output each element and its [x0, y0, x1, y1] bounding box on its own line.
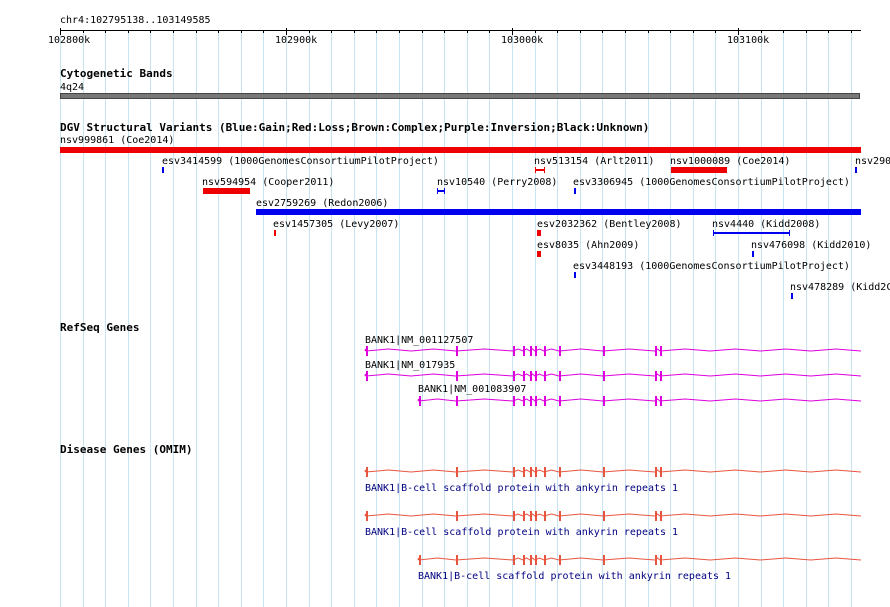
omim-gene-exon — [366, 511, 368, 521]
refseq-gene-exon — [523, 371, 525, 381]
omim-gene-exon — [660, 467, 662, 477]
refseq-gene-exon — [513, 346, 515, 356]
omim-gene-exon — [544, 511, 546, 521]
omim-gene-exon — [456, 555, 458, 565]
omim-gene-exon — [523, 555, 525, 565]
omim-gene-exon — [419, 555, 421, 565]
refseq-gene-exon — [603, 371, 605, 381]
omim-gene-exon — [530, 511, 532, 521]
omim-gene-label: BANK1|B-cell scaffold protein with ankyr… — [365, 483, 679, 494]
omim-gene-exon — [655, 555, 657, 565]
refseq-gene-exon — [660, 396, 662, 406]
refseq-gene-exon — [513, 371, 515, 381]
omim-gene-exon — [523, 467, 525, 477]
omim-track-title[interactable]: Disease Genes (OMIM) — [60, 444, 192, 456]
omim-gene-intron[interactable] — [417, 557, 862, 561]
refseq-gene-exon — [559, 396, 561, 406]
refseq-gene-intron[interactable] — [417, 398, 862, 402]
refseq-gene-exon — [535, 346, 537, 356]
refseq-gene-exon — [535, 396, 537, 406]
refseq-gene-exon — [530, 371, 532, 381]
refseq-gene-exon — [559, 346, 561, 356]
omim-gene-label: BANK1|B-cell scaffold protein with ankyr… — [365, 527, 679, 538]
refseq-gene-exon — [523, 346, 525, 356]
refseq-gene-exon — [655, 396, 657, 406]
omim-gene-exon — [603, 555, 605, 565]
refseq-gene-exon — [544, 396, 546, 406]
refseq-gene-exon — [559, 371, 561, 381]
refseq-gene-exon — [456, 396, 458, 406]
omim-gene-label: BANK1|B-cell scaffold protein with ankyr… — [418, 571, 732, 582]
refseq-gene-exon — [544, 346, 546, 356]
omim-gene-exon — [544, 467, 546, 477]
refseq-gene-exon — [660, 371, 662, 381]
refseq-gene-intron[interactable] — [364, 373, 862, 377]
refseq-gene-intron[interactable] — [364, 348, 862, 352]
refseq-gene-exon — [544, 371, 546, 381]
refseq-gene-exon — [366, 371, 368, 381]
omim-gene-exon — [366, 467, 368, 477]
omim-gene-exon — [544, 555, 546, 565]
omim-gene-intron[interactable] — [364, 469, 862, 473]
omim-gene-exon — [655, 467, 657, 477]
omim-gene-exon — [559, 467, 561, 477]
omim-gene-exon — [513, 467, 515, 477]
refseq-gene-exon — [513, 396, 515, 406]
refseq-gene-exon — [530, 396, 532, 406]
omim-gene-exon — [655, 511, 657, 521]
omim-gene-exon — [535, 511, 537, 521]
omim-gene-exon — [535, 467, 537, 477]
omim-gene-exon — [559, 511, 561, 521]
omim-gene-exon — [660, 511, 662, 521]
refseq-gene-exon — [366, 346, 368, 356]
refseq-gene-exon — [456, 371, 458, 381]
omim-gene-exon — [523, 511, 525, 521]
refseq-gene-exon — [530, 346, 532, 356]
genome-browser-panel: chr4:102795138..103149585 102800k 102900… — [0, 0, 890, 607]
refseq-gene-exon — [655, 346, 657, 356]
omim-gene-intron[interactable] — [364, 513, 862, 517]
omim-gene-exon — [513, 555, 515, 565]
refseq-gene-exon — [603, 346, 605, 356]
omim-gene-exon — [530, 555, 532, 565]
omim-gene-exon — [603, 467, 605, 477]
refseq-gene-exon — [523, 396, 525, 406]
refseq-gene-exon — [535, 371, 537, 381]
omim-gene-exon — [456, 467, 458, 477]
omim-gene-exon — [559, 555, 561, 565]
omim-gene-exon — [535, 555, 537, 565]
gene-models-svg — [364, 346, 862, 565]
omim-gene-exon — [456, 511, 458, 521]
refseq-gene-exon — [419, 396, 421, 406]
refseq-gene-exon — [655, 371, 657, 381]
omim-gene-exon — [513, 511, 515, 521]
refseq-gene-exon — [456, 346, 458, 356]
omim-gene-exon — [530, 467, 532, 477]
omim-gene-exon — [603, 511, 605, 521]
refseq-gene-exon — [660, 346, 662, 356]
omim-gene-exon — [660, 555, 662, 565]
refseq-gene-exon — [603, 396, 605, 406]
